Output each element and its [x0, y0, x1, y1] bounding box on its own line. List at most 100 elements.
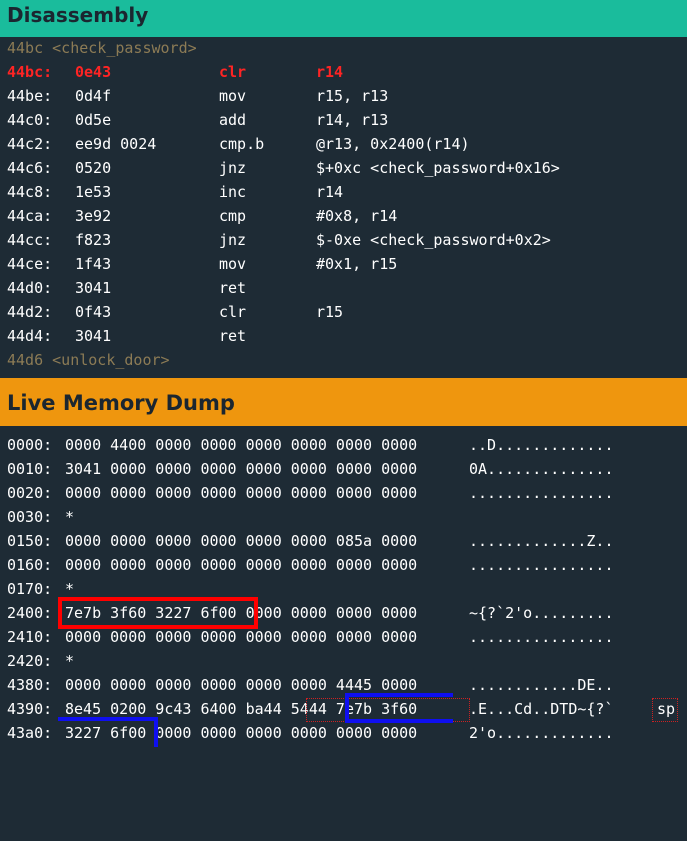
memory-ascii: ~{?`2'o.........: [469, 604, 614, 622]
instr-opcode: clr: [219, 63, 247, 81]
memory-ascii: ................: [469, 628, 614, 646]
disassembly-row[interactable]: 44c8: 1e53 inc r14: [0, 180, 343, 204]
memory-ascii: .E...Cd..DTD~{?`: [469, 700, 614, 718]
memory-address: 0170:: [7, 580, 53, 598]
disassembly-row[interactable]: 44c2: ee9d 0024 cmp.b @r13, 0x2400(r14): [0, 132, 470, 156]
instr-address: 44ca:: [7, 207, 53, 225]
instr-bytes: ee9d 0024: [75, 135, 157, 153]
memory-row[interactable]: 0000: 0000 4400 0000 0000 0000 0000 0000…: [0, 433, 614, 457]
sp-marker-box: [652, 698, 678, 722]
memory-address: 2420:: [7, 652, 53, 670]
memory-hex: *: [65, 508, 75, 526]
instr-bytes: 3041: [75, 279, 112, 297]
instr-bytes: 0520: [75, 159, 112, 177]
instr-opcode: jnz: [219, 231, 247, 249]
memory-hex: 3041 0000 0000 0000 0000 0000 0000 0000: [65, 460, 418, 478]
memory-address: 4390:: [7, 700, 53, 718]
disassembly-row[interactable]: 44be: 0d4f mov r15, r13: [0, 84, 388, 108]
password-highlight-box: [58, 597, 258, 629]
disassembly-row[interactable]: 44ce: 1f43 mov #0x1, r15: [0, 252, 397, 276]
memory-row-collapsed[interactable]: 2420: *: [0, 649, 74, 673]
instr-operands: #0x1, r15: [316, 255, 398, 273]
instr-operands: r15: [316, 303, 344, 321]
memory-row[interactable]: 2410: 0000 0000 0000 0000 0000 0000 0000…: [0, 625, 614, 649]
function-label-check-password: 44bc <check_password>: [7, 39, 197, 57]
instr-opcode: inc: [219, 183, 247, 201]
memory-row[interactable]: 2400: 7e7b 3f60 3227 6f00 0000 0000 0000…: [0, 601, 614, 625]
instr-bytes: 0d4f: [75, 87, 112, 105]
instr-opcode: clr: [219, 303, 247, 321]
memory-row[interactable]: 0020: 0000 0000 0000 0000 0000 0000 0000…: [0, 481, 614, 505]
stack-highlight-top: [345, 693, 453, 697]
instr-address: 44d4:: [7, 327, 53, 345]
memory-row-collapsed[interactable]: 0170: *: [0, 577, 74, 601]
instr-opcode: mov: [219, 87, 247, 105]
memory-hex: 3227 6f00 0000 0000 0000 0000 0000 0000: [65, 724, 418, 742]
memory-hex: *: [65, 652, 75, 670]
disassembly-row[interactable]: 44cc: f823 jnz $-0xe <check_password+0x2…: [0, 228, 551, 252]
disassembly-header: Disassembly: [0, 0, 687, 37]
memory-ascii: 0A..............: [469, 460, 614, 478]
instr-bytes: f823: [75, 231, 112, 249]
memory-row[interactable]: 0150: 0000 0000 0000 0000 0000 0000 085a…: [0, 529, 614, 553]
memory-address: 0150:: [7, 532, 53, 550]
instr-bytes: 0e43: [75, 63, 112, 81]
disassembly-title: Disassembly: [7, 3, 149, 27]
stack-highlight-mid: [345, 719, 453, 723]
instr-operands: #0x8, r14: [316, 207, 398, 225]
memory-address: 0020:: [7, 484, 53, 502]
instr-address: 44ce:: [7, 255, 53, 273]
disassembly-row[interactable]: 44c6: 0520 jnz $+0xc <check_password+0x1…: [0, 156, 560, 180]
instr-opcode: add: [219, 111, 247, 129]
memory-address: 43a0:: [7, 724, 53, 742]
memory-address: 0030:: [7, 508, 53, 526]
memory-ascii: ................: [469, 556, 614, 574]
instr-address: 44c6:: [7, 159, 53, 177]
memory-ascii: .............Z..: [469, 532, 614, 550]
memory-row-collapsed[interactable]: 0030: *: [0, 505, 74, 529]
memory-row[interactable]: 4380: 0000 0000 0000 0000 0000 0000 4445…: [0, 673, 614, 697]
memory-ascii: ............DE..: [469, 676, 614, 694]
memory-hex: 0000 0000 0000 0000 0000 0000 0000 0000: [65, 556, 418, 574]
memory-row[interactable]: 0010: 3041 0000 0000 0000 0000 0000 0000…: [0, 457, 614, 481]
memory-hex: 0000 0000 0000 0000 0000 0000 085a 0000: [65, 532, 418, 550]
disassembly-row[interactable]: 44d2: 0f43 clr r15: [0, 300, 343, 324]
instr-bytes: 0f43: [75, 303, 112, 321]
disassembly-row[interactable]: 44d4: 3041 ret: [0, 324, 246, 348]
instr-opcode: ret: [219, 279, 247, 297]
disassembly-row[interactable]: 44c0: 0d5e add r14, r13: [0, 108, 388, 132]
instr-address: 44d2:: [7, 303, 53, 321]
memory-row[interactable]: 4390: 8e45 0200 9c43 6400 ba44 5444 7e7b…: [0, 697, 675, 721]
disassembly-row[interactable]: 44d0: 3041 ret: [0, 276, 246, 300]
memory-address: 4380:: [7, 676, 53, 694]
instr-operands: $-0xe <check_password+0x2>: [316, 231, 551, 249]
memory-address: 2400:: [7, 604, 53, 622]
instr-operands: r14: [316, 63, 344, 81]
memory-ascii: ..D.............: [469, 436, 614, 454]
memory-dump-title: Live Memory Dump: [7, 391, 235, 415]
memory-row[interactable]: 43a0: 3227 6f00 0000 0000 0000 0000 0000…: [0, 721, 614, 745]
instr-bytes: 3041: [75, 327, 112, 345]
disassembly-panel: 44bc <check_password> 44bc: 0e43 clr r14…: [0, 37, 687, 378]
memory-address: 0010:: [7, 460, 53, 478]
disassembly-row[interactable]: 44ca: 3e92 cmp #0x8, r14: [0, 204, 397, 228]
instr-address: 44c2:: [7, 135, 53, 153]
instr-address: 44bc:: [7, 63, 53, 81]
stack-highlight-wrap-right: [154, 717, 158, 747]
instr-operands: $+0xc <check_password+0x16>: [316, 159, 560, 177]
instr-operands: r14, r13: [316, 111, 389, 129]
instr-address: 44d0:: [7, 279, 53, 297]
memory-dump-panel: 0000: 0000 4400 0000 0000 0000 0000 0000…: [0, 426, 687, 747]
memory-ascii: ................: [469, 484, 614, 502]
memory-address: 0160:: [7, 556, 53, 574]
instr-bytes: 3e92: [75, 207, 112, 225]
memory-dump-header: Live Memory Dump: [0, 378, 687, 426]
memory-ascii: 2'o.............: [469, 724, 614, 742]
disassembly-row-current[interactable]: 44bc: 0e43 clr r14: [0, 60, 343, 84]
memory-row[interactable]: 0160: 0000 0000 0000 0000 0000 0000 0000…: [0, 553, 614, 577]
instr-opcode: cmp: [219, 207, 247, 225]
instr-bytes: 1f43: [75, 255, 112, 273]
stack-highlight-wrap-top: [58, 717, 158, 721]
memory-address: 0000:: [7, 436, 53, 454]
memory-hex: 0000 0000 0000 0000 0000 0000 0000 0000: [65, 484, 418, 502]
